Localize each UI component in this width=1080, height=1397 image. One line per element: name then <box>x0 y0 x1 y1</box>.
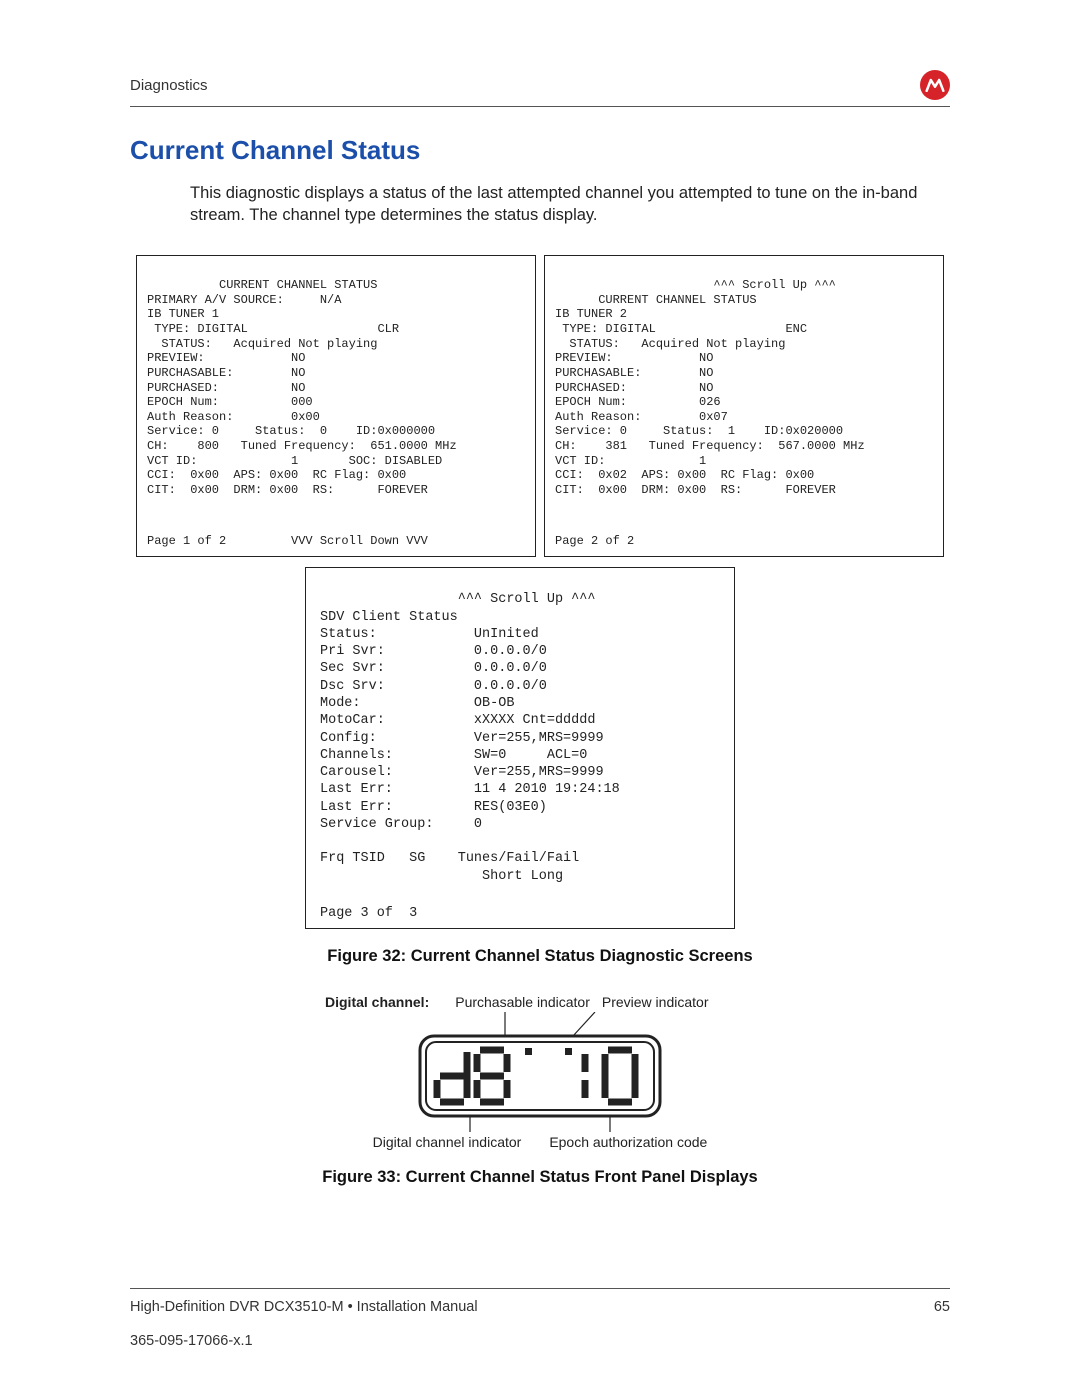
s2-l1: CURRENT CHANNEL STATUS <box>555 293 757 307</box>
s3-l13: Service Group: 0 <box>320 817 482 832</box>
s3-l11: Last Err: 11 4 2010 19:24:18 <box>320 782 620 797</box>
s2-l10: Service: 0 Status: 1 ID:0x020000 <box>555 424 843 438</box>
s2-l11: CH: 381 Tuned Frequency: 567.0000 MHz <box>555 439 865 453</box>
s1-l5: STATUS: Acquired Not playing <box>147 337 377 351</box>
s2-l14: CIT: 0x00 DRM: 0x00 RS: FOREVER <box>555 483 836 497</box>
preview-indicator-label: Preview indicator <box>602 994 709 1010</box>
s1-l10: Auth Reason: 0x00 <box>147 410 320 424</box>
s2-l6: PURCHASABLE: NO <box>555 366 713 380</box>
s1-page: Page 1 of 2 VVV Scroll Down VVV <box>147 534 525 549</box>
s1-l3: IB TUNER 1 <box>147 307 219 321</box>
s1-l2: PRIMARY A/V SOURCE: N/A <box>147 293 341 307</box>
footer-title: High-Definition DVR DCX3510-M • Installa… <box>130 1299 478 1315</box>
s3-l6: Mode: OB-OB <box>320 696 514 711</box>
s3-l2: Status: UnInited <box>320 627 539 642</box>
s2-l0: ^^^ Scroll Up ^^^ <box>555 278 836 292</box>
s1-l8: PURCHASED: NO <box>147 381 305 395</box>
s2-l12: VCT ID: 1 <box>555 454 706 468</box>
s2-l8: EPOCH Num: 026 <box>555 395 721 409</box>
page-footer: High-Definition DVR DCX3510-M • Installa… <box>130 1264 950 1349</box>
s3-page: Page 3 of 3 <box>320 905 720 922</box>
s3-scroll: ^^^ Scroll Up ^^^ <box>320 592 595 607</box>
s1-l14: CCI: 0x00 APS: 0x00 RC Flag: 0x00 <box>147 468 406 482</box>
diagnostic-screen-1: CURRENT CHANNEL STATUS PRIMARY A/V SOURC… <box>136 255 536 558</box>
s3-l15: Short Long <box>320 869 563 884</box>
page-header: Diagnostics <box>130 70 950 100</box>
s1-l1: CURRENT CHANNEL STATUS <box>147 278 377 292</box>
section-name: Diagnostics <box>130 77 208 94</box>
s1-l13: VCT ID: 1 SOC: DISABLED <box>147 454 442 468</box>
document-number: 365-095-17066-x.1 <box>130 1333 950 1349</box>
s1-l9: EPOCH Num: 000 <box>147 395 313 409</box>
s2-l7: PURCHASED: NO <box>555 381 713 395</box>
figure-32-caption: Figure 32: Current Channel Status Diagno… <box>130 947 950 966</box>
diagnostic-screen-3-wrap: ^^^ Scroll Up ^^^ SDV Client Status Stat… <box>130 567 950 929</box>
s3-l12: Last Err: RES(03E0) <box>320 800 547 815</box>
page-number: 65 <box>934 1299 950 1315</box>
s3-l4: Sec Svr: 0.0.0.0/0 <box>320 661 547 676</box>
s3-l5: Dsc Srv: 0.0.0.0/0 <box>320 679 547 694</box>
s2-page: Page 2 of 2 <box>555 534 933 549</box>
s3-l3: Pri Svr: 0.0.0.0/0 <box>320 644 547 659</box>
purchasable-indicator-label: Purchasable indicator <box>455 994 590 1010</box>
bottom-rule <box>130 1288 950 1289</box>
s1-l11: Service: 0 Status: 0 ID:0x000000 <box>147 424 435 438</box>
diagnostic-screen-3: ^^^ Scroll Up ^^^ SDV Client Status Stat… <box>305 567 735 929</box>
digital-channel-indicator-label: Digital channel indicator <box>373 1134 522 1150</box>
s1-l12: CH: 800 Tuned Frequency: 651.0000 MHz <box>147 439 457 453</box>
s2-l2: IB TUNER 2 <box>555 307 627 321</box>
top-rule <box>130 106 950 107</box>
s3-l14: Frq TSID SG Tunes/Fail/Fail <box>320 851 579 866</box>
s3-l9: Channels: SW=0 ACL=0 <box>320 748 587 763</box>
s1-l15: CIT: 0x00 DRM: 0x00 RS: FOREVER <box>147 483 428 497</box>
s1-l6: PREVIEW: NO <box>147 351 305 365</box>
s3-l1: SDV Client Status <box>320 610 458 625</box>
figure-33-block: Digital channel: Purchasable indicator P… <box>130 994 950 1150</box>
front-panel-display-icon <box>370 1012 710 1132</box>
intro-text: This diagnostic displays a status of the… <box>190 182 950 227</box>
s1-l4: TYPE: DIGITAL CLR <box>147 322 399 336</box>
digital-channel-label: Digital channel: <box>325 994 429 1010</box>
s1-l7: PURCHASABLE: NO <box>147 366 305 380</box>
diagnostic-screens-row: CURRENT CHANNEL STATUS PRIMARY A/V SOURC… <box>130 255 950 558</box>
figure-33-caption: Figure 33: Current Channel Status Front … <box>130 1168 950 1187</box>
diagnostic-screen-2: ^^^ Scroll Up ^^^ CURRENT CHANNEL STATUS… <box>544 255 944 558</box>
s3-l7: MotoCar: xXXXX Cnt=ddddd <box>320 713 595 728</box>
s3-l8: Config: Ver=255,MRS=9999 <box>320 731 604 746</box>
s2-l4: STATUS: Acquired Not playing <box>555 337 785 351</box>
s2-l3: TYPE: DIGITAL ENC <box>555 322 807 336</box>
s2-l9: Auth Reason: 0x07 <box>555 410 728 424</box>
motorola-logo <box>920 70 950 100</box>
epoch-auth-code-label: Epoch authorization code <box>549 1134 707 1150</box>
s2-l5: PREVIEW: NO <box>555 351 713 365</box>
page-title: Current Channel Status <box>130 135 950 166</box>
s2-l13: CCI: 0x02 APS: 0x00 RC Flag: 0x00 <box>555 468 814 482</box>
s3-l10: Carousel: Ver=255,MRS=9999 <box>320 765 604 780</box>
